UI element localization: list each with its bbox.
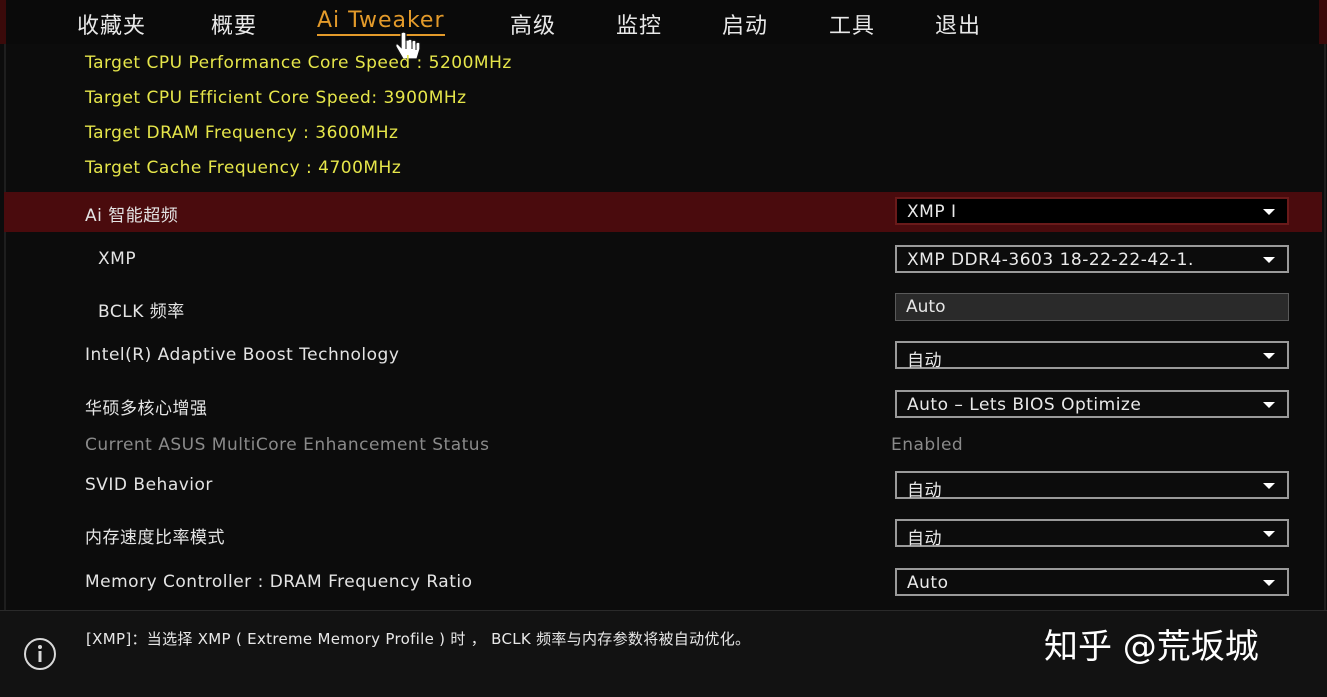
dram-frequency-ratio-dropdown[interactable]: Auto	[895, 568, 1289, 596]
help-bar: [XMP]：当选择 XMP ( Extreme Memory Profile )…	[0, 610, 1327, 697]
multicore-enhancement-dropdown[interactable]: Auto – Lets BIOS Optimize	[895, 390, 1289, 418]
target-dram-frequency: Target DRAM Frequency : 3600MHz	[85, 123, 399, 143]
svid-behavior-dropdown[interactable]: 自动	[895, 471, 1289, 501]
setting-row-bclk[interactable]: BCLK 频率 Auto	[4, 288, 1322, 328]
dropdown-value: XMP I	[907, 202, 957, 222]
setting-row-adaptive-boost[interactable]: Intel(R) Adaptive Boost Technology 自动	[4, 336, 1322, 376]
target-cache-frequency: Target Cache Frequency : 4700MHz	[85, 158, 402, 178]
field-value: Auto	[906, 297, 946, 317]
setting-label: Current ASUS MultiCore Enhancement Statu…	[85, 435, 490, 455]
bios-window: 收藏夹 概要 Ai Tweaker 高级 监控 启动 工具 退出 Target …	[0, 0, 1327, 697]
nav-right-accent	[1319, 0, 1327, 44]
setting-label: Ai 智能超频	[85, 206, 179, 226]
dropdown-value: 自动	[907, 351, 942, 371]
tab-monitor[interactable]: 监控	[616, 8, 662, 40]
tab-boot[interactable]: 启动	[722, 8, 768, 40]
mce-status-value: Enabled	[891, 435, 964, 455]
setting-label: Memory Controller : DRAM Frequency Ratio	[85, 572, 473, 592]
caret-down-icon	[1263, 402, 1275, 408]
target-ecore-speed: Target CPU Efficient Core Speed: 3900MHz	[85, 88, 467, 108]
dropdown-value: XMP DDR4-3603 18-22-22-42-1.	[907, 250, 1194, 270]
target-pcore-speed: Target CPU Performance Core Speed : 5200…	[85, 53, 512, 73]
setting-label: SVID Behavior	[85, 475, 213, 495]
caret-down-icon	[1263, 209, 1275, 215]
setting-row-memory-ratio-mode[interactable]: 内存速度比率模式 自动	[4, 514, 1322, 554]
caret-down-icon	[1263, 531, 1275, 537]
setting-label: Intel(R) Adaptive Boost Technology	[85, 345, 400, 365]
setting-label: BCLK 频率	[98, 302, 185, 322]
info-icon	[24, 638, 56, 670]
setting-row-ai-overclock[interactable]: Ai 智能超频 XMP I	[4, 192, 1322, 232]
dropdown-value: Auto – Lets BIOS Optimize	[907, 395, 1142, 415]
setting-label: 华硕多核心增强	[85, 399, 208, 419]
tab-tool[interactable]: 工具	[829, 8, 875, 40]
setting-label: 内存速度比率模式	[85, 528, 225, 548]
tab-ai-tweaker[interactable]: Ai Tweaker	[317, 8, 445, 36]
setting-label: XMP	[98, 249, 137, 269]
tab-exit[interactable]: 退出	[935, 8, 981, 40]
caret-down-icon	[1263, 257, 1275, 263]
dropdown-value: 自动	[907, 481, 942, 501]
tab-main[interactable]: 概要	[211, 8, 257, 40]
caret-down-icon	[1263, 483, 1275, 489]
setting-row-mce-status: Current ASUS MultiCore Enhancement Statu…	[4, 426, 1322, 466]
top-nav: 收藏夹 概要 Ai Tweaker 高级 监控 启动 工具 退出	[0, 0, 1327, 44]
setting-row-xmp[interactable]: XMP XMP DDR4-3603 18-22-22-42-1.	[4, 240, 1322, 280]
setting-row-dram-frequency-ratio[interactable]: Memory Controller : DRAM Frequency Ratio…	[4, 563, 1322, 603]
ai-overclock-dropdown[interactable]: XMP I	[895, 197, 1289, 225]
memory-ratio-mode-dropdown[interactable]: 自动	[895, 519, 1289, 549]
setting-row-multicore-enhancement[interactable]: 华硕多核心增强 Auto – Lets BIOS Optimize	[4, 385, 1322, 425]
dropdown-value: 自动	[907, 529, 942, 549]
caret-down-icon	[1263, 580, 1275, 586]
nav-left-accent	[0, 0, 6, 44]
caret-down-icon	[1263, 353, 1275, 359]
setting-row-svid-behavior[interactable]: SVID Behavior 自动	[4, 466, 1322, 506]
tab-advanced[interactable]: 高级	[510, 8, 556, 40]
adaptive-boost-dropdown[interactable]: 自动	[895, 341, 1289, 371]
zhihu-watermark: 知乎 @荒坂城	[1044, 627, 1259, 667]
tab-favorites[interactable]: 收藏夹	[77, 8, 146, 40]
xmp-profile-dropdown[interactable]: XMP DDR4-3603 18-22-22-42-1.	[895, 245, 1289, 273]
help-description: [XMP]：当选择 XMP ( Extreme Memory Profile )…	[86, 630, 751, 648]
dropdown-value: Auto	[907, 573, 949, 593]
bclk-frequency-field[interactable]: Auto	[895, 293, 1289, 321]
